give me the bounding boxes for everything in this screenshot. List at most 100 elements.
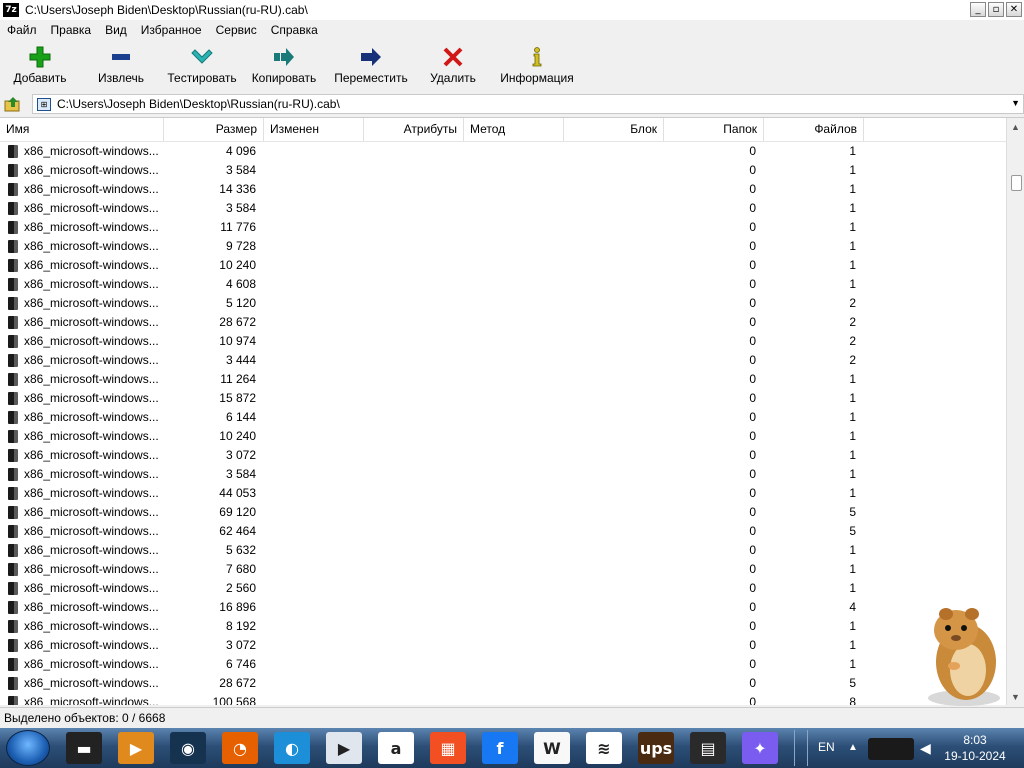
bank-icon[interactable]: ≋ — [586, 732, 622, 764]
table-row[interactable]: x86_microsoft-windows... 7 680 0 1 — [0, 560, 1006, 579]
table-row[interactable]: x86_microsoft-windows... 44 053 0 1 — [0, 484, 1006, 503]
delete-x-icon — [441, 46, 465, 68]
start-button[interactable] — [6, 730, 50, 766]
file-name: x86_microsoft-windows... — [24, 505, 159, 519]
table-row[interactable]: x86_microsoft-windows... 8 192 0 1 — [0, 617, 1006, 636]
column-block[interactable]: Блок — [564, 118, 664, 141]
table-row[interactable]: x86_microsoft-windows... 3 584 0 1 — [0, 199, 1006, 218]
table-row[interactable]: x86_microsoft-windows... 3 584 0 1 — [0, 465, 1006, 484]
table-row[interactable]: x86_microsoft-windows... 6 144 0 1 — [0, 408, 1006, 427]
maximize-button[interactable]: ▫ — [988, 2, 1004, 17]
archive-icon: ⊞ — [37, 97, 51, 111]
column-size[interactable]: Размер — [164, 118, 264, 141]
column-method[interactable]: Метод — [464, 118, 564, 141]
table-row[interactable]: x86_microsoft-windows... 5 632 0 1 — [0, 541, 1006, 560]
amazon-icon[interactable]: a — [378, 732, 414, 764]
move-button-label: Переместить — [334, 71, 408, 85]
copilot-icon[interactable]: ✦ — [742, 732, 778, 764]
table-row[interactable]: x86_microsoft-windows... 4 096 0 1 — [0, 142, 1006, 161]
volume-icon[interactable]: ◀ — [920, 740, 931, 757]
minimize-button[interactable]: _ — [970, 2, 986, 17]
menu-edit[interactable]: Правка — [44, 23, 99, 37]
clock[interactable]: 8:03 19-10-2024 — [944, 732, 1006, 764]
file-icon — [8, 525, 18, 538]
table-row[interactable]: x86_microsoft-windows... 5 120 0 2 — [0, 294, 1006, 313]
globe-app-icon[interactable]: ◉ — [170, 732, 206, 764]
table-row[interactable]: x86_microsoft-windows... 2 560 0 1 — [0, 579, 1006, 598]
file-name: x86_microsoft-windows... — [24, 600, 159, 614]
address-input[interactable]: ⊞ C:\Users\Joseph Biden\Desktop\Russian(… — [32, 94, 1024, 114]
file-size: 9 728 — [225, 239, 256, 253]
language-indicator[interactable]: EN — [818, 740, 835, 754]
title-bar[interactable]: 7z C:\Users\Joseph Biden\Desktop\Russian… — [0, 0, 1024, 20]
table-row[interactable]: x86_microsoft-windows... 69 120 0 5 — [0, 503, 1006, 522]
column-modified[interactable]: Изменен — [264, 118, 364, 141]
video-player-icon[interactable]: ▶ — [326, 732, 362, 764]
info-button[interactable]: Информация — [490, 40, 584, 92]
menu-view[interactable]: Вид — [98, 23, 134, 37]
table-row[interactable]: x86_microsoft-windows... 100 568 0 8 — [0, 693, 1006, 705]
file-name: x86_microsoft-windows... — [24, 657, 159, 671]
file-count: 1 — [849, 638, 856, 652]
close-button[interactable]: ✕ — [1006, 2, 1022, 17]
edge-icon[interactable]: ◐ — [274, 732, 310, 764]
scroll-up-icon[interactable]: ▲ — [1011, 122, 1020, 132]
table-row[interactable]: x86_microsoft-windows... 28 672 0 2 — [0, 313, 1006, 332]
menu-tools[interactable]: Сервис — [209, 23, 264, 37]
file-name: x86_microsoft-windows... — [24, 315, 159, 329]
scroll-thumb[interactable] — [1011, 175, 1022, 191]
column-files[interactable]: Файлов — [764, 118, 864, 141]
table-row[interactable]: x86_microsoft-windows... 3 072 0 1 — [0, 636, 1006, 655]
wikipedia-icon[interactable]: W — [534, 732, 570, 764]
table-row[interactable]: x86_microsoft-windows... 4 608 0 1 — [0, 275, 1006, 294]
table-row[interactable]: x86_microsoft-windows... 16 896 0 4 — [0, 598, 1006, 617]
test-button[interactable]: Тестировать — [162, 40, 242, 92]
network-tray-icon[interactable] — [868, 738, 914, 760]
scroll-down-icon[interactable]: ▼ — [1011, 692, 1020, 702]
file-size: 28 672 — [219, 676, 256, 690]
delete-button[interactable]: Удалить — [416, 40, 490, 92]
table-row[interactable]: x86_microsoft-windows... 11 776 0 1 — [0, 218, 1006, 237]
table-row[interactable]: x86_microsoft-windows... 11 264 0 1 — [0, 370, 1006, 389]
column-folders[interactable]: Папок — [664, 118, 764, 141]
store-icon[interactable]: ▤ — [690, 732, 726, 764]
terminal-icon[interactable]: ▬ — [66, 732, 102, 764]
microsoft-icon[interactable]: ▦ — [430, 732, 466, 764]
move-button[interactable]: Переместить — [326, 40, 416, 92]
table-row[interactable]: x86_microsoft-windows... 9 728 0 1 — [0, 237, 1006, 256]
copy-button[interactable]: Копировать — [242, 40, 326, 92]
table-row[interactable]: x86_microsoft-windows... 28 672 0 5 — [0, 674, 1006, 693]
table-row[interactable]: x86_microsoft-windows... 14 336 0 1 — [0, 180, 1006, 199]
chevron-down-icon[interactable]: ▼ — [1011, 98, 1020, 108]
up-folder-button[interactable] — [2, 94, 24, 114]
file-folders: 0 — [749, 524, 756, 538]
table-row[interactable]: x86_microsoft-windows... 15 872 0 1 — [0, 389, 1006, 408]
file-count: 1 — [849, 163, 856, 177]
add-button[interactable]: Добавить — [0, 40, 80, 92]
table-row[interactable]: x86_microsoft-windows... 62 464 0 5 — [0, 522, 1006, 541]
menu-help[interactable]: Справка — [264, 23, 325, 37]
file-count: 1 — [849, 562, 856, 576]
file-size: 69 120 — [219, 505, 256, 519]
extract-button[interactable]: Извлечь — [80, 40, 162, 92]
menu-favorites[interactable]: Избранное — [134, 23, 209, 37]
file-folders: 0 — [749, 296, 756, 310]
tray-expand-icon[interactable]: ▲ — [848, 742, 858, 753]
facebook-icon[interactable]: f — [482, 732, 518, 764]
file-icon — [8, 164, 18, 177]
file-icon — [8, 145, 18, 158]
table-row[interactable]: x86_microsoft-windows... 3 072 0 1 — [0, 446, 1006, 465]
menu-file[interactable]: Файл — [0, 23, 44, 37]
table-row[interactable]: x86_microsoft-windows... 10 240 0 1 — [0, 427, 1006, 446]
table-row[interactable]: x86_microsoft-windows... 3 584 0 1 — [0, 161, 1006, 180]
table-row[interactable]: x86_microsoft-windows... 10 240 0 1 — [0, 256, 1006, 275]
clock-time: 8:03 — [963, 733, 987, 747]
media-player-icon[interactable]: ▶ — [118, 732, 154, 764]
table-row[interactable]: x86_microsoft-windows... 6 746 0 1 — [0, 655, 1006, 674]
column-attributes[interactable]: Атрибуты — [364, 118, 464, 141]
ups-icon[interactable]: ups — [638, 732, 674, 764]
firefox-icon[interactable]: ◔ — [222, 732, 258, 764]
column-name[interactable]: Имя — [0, 118, 164, 141]
table-row[interactable]: x86_microsoft-windows... 3 444 0 2 — [0, 351, 1006, 370]
table-row[interactable]: x86_microsoft-windows... 10 974 0 2 — [0, 332, 1006, 351]
